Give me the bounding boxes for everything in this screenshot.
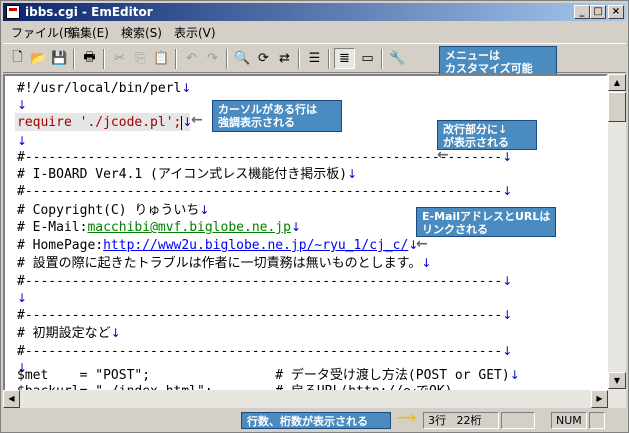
toolbar-separator xyxy=(328,49,330,69)
url-link[interactable]: http://www2u.biglobe.ne.jp/~ryu_1/cj_c/ xyxy=(103,238,408,253)
editor-line: # E-Mail:macchibi@mvf.biglobe.ne.jp↓ xyxy=(17,220,302,235)
horizontal-scrollbar[interactable]: ◀ ▶ xyxy=(3,390,608,408)
toolbar-separator xyxy=(381,49,383,69)
scroll-right-icon[interactable]: ▶ xyxy=(591,390,608,408)
copy-icon[interactable]: ⎘ xyxy=(130,48,151,69)
find-next-icon[interactable]: ⟳ xyxy=(253,48,274,69)
editor-line: # 初期設定など↓ xyxy=(17,326,121,341)
editor-line: #---------------------------------------… xyxy=(17,308,513,323)
menu-view[interactable]: 表示(V) xyxy=(174,24,216,41)
window-title: ibbs.cgi - EmEditor xyxy=(25,5,153,19)
redo-icon[interactable]: ↷ xyxy=(202,48,223,69)
paste-icon[interactable]: 📋 xyxy=(151,48,172,69)
editor-line: #---------------------------------------… xyxy=(17,344,513,359)
editor-line: #!/usr/local/bin/perl↓ xyxy=(17,81,192,96)
status-blank xyxy=(501,412,535,429)
open-folder-icon[interactable]: 📂 xyxy=(28,48,49,69)
callout-url: E-MailアドレスとURLは リンクされる xyxy=(416,207,556,237)
window-icon[interactable]: ▭ xyxy=(357,48,378,69)
editor-line-current: require './jcode.pl';↓ xyxy=(17,115,193,130)
editor-line: $met = "POST"; # データ受け渡し方法(POST or GET)↓ xyxy=(17,368,520,383)
editor-line: #---------------------------------------… xyxy=(17,184,513,199)
scroll-thumb[interactable] xyxy=(608,92,626,122)
callout-status: 行数、桁数が表示される xyxy=(241,412,391,429)
print-icon[interactable]: 🖶 xyxy=(79,48,100,69)
scroll-up-icon[interactable]: ▲ xyxy=(608,74,626,91)
text-editor[interactable]: #!/usr/local/bin/perl↓ ↓ require './jcod… xyxy=(3,74,608,408)
editor-line: # Copyright(C) りゅういち↓ xyxy=(17,203,210,218)
email-link[interactable]: macchibi@mvf.biglobe.ne.jp xyxy=(87,220,291,235)
menu-file[interactable]: ファイル(F) xyxy=(11,24,75,41)
vertical-scrollbar[interactable]: ▲ ▼ xyxy=(608,74,626,408)
new-file-icon[interactable]: 🗋 xyxy=(7,48,28,69)
customize-icon[interactable]: 🔧 xyxy=(387,48,408,69)
find-icon[interactable]: 🔍 xyxy=(232,48,253,69)
scroll-left-icon[interactable]: ◀ xyxy=(3,390,20,408)
toolbar-separator xyxy=(175,49,177,69)
callout-newline: 改行部分に↓ が表示される xyxy=(437,120,537,150)
cut-icon[interactable]: ✂ xyxy=(109,48,130,69)
undo-icon[interactable]: ↶ xyxy=(181,48,202,69)
arrow-left-icon: ← xyxy=(437,147,449,163)
emeditor-window: ibbs.cgi - EmEditor _ □ × ファイル(F) 編集(E) … xyxy=(0,0,629,433)
scroll-down-icon[interactable]: ▼ xyxy=(608,372,626,389)
minimize-button[interactable]: _ xyxy=(574,5,590,19)
maximize-button[interactable]: □ xyxy=(590,5,606,19)
toolbar-separator xyxy=(226,49,228,69)
close-button[interactable]: × xyxy=(608,5,624,19)
toolbar-separator xyxy=(103,49,105,69)
app-icon xyxy=(6,5,20,19)
callout-cursor-line: カーソルがある行は 強調表示される xyxy=(212,100,342,132)
toolbar-separator xyxy=(298,49,300,69)
arrow-left-icon: ← xyxy=(416,236,428,252)
toolbar-separator xyxy=(73,49,75,69)
status-position: 3行 22桁 xyxy=(423,412,499,429)
editor-line: #---------------------------------------… xyxy=(17,274,513,289)
editor-line: # 設置の際に起きたトラブルは作者に一切責務は無いものとします。↓ xyxy=(17,256,432,271)
arrow-left-icon: ← xyxy=(191,112,203,128)
editor-line: # I-BOARD Ver4.1 (アイコン式レス機能付き掲示板)↓ xyxy=(17,167,358,182)
bullet-list-icon[interactable]: ☰ xyxy=(304,48,325,69)
title-bar: ibbs.cgi - EmEditor _ □ × xyxy=(3,3,626,21)
editor-line: # HomePage:http://www2u.biglobe.ne.jp/~r… xyxy=(17,238,419,253)
status-bar: 行数、桁数が表示される ⟶ 3行 22桁 NUM xyxy=(3,409,626,431)
status-blank-2 xyxy=(589,412,605,429)
wrap-icon[interactable]: ≣ xyxy=(334,48,355,69)
replace-icon[interactable]: ⇄ xyxy=(274,48,295,69)
menu-edit[interactable]: 編集(E) xyxy=(68,24,109,41)
save-icon[interactable]: 💾 xyxy=(49,48,70,69)
arrow-right-icon: ⟶ xyxy=(396,410,417,426)
editor-line: ↓ xyxy=(17,98,28,112)
status-num: NUM xyxy=(551,412,587,429)
menu-search[interactable]: 検索(S) xyxy=(121,24,162,41)
editor-line: ↓ xyxy=(17,291,28,305)
menu-bar: ファイル(F) 編集(E) 検索(S) 表示(V) xyxy=(3,22,626,41)
